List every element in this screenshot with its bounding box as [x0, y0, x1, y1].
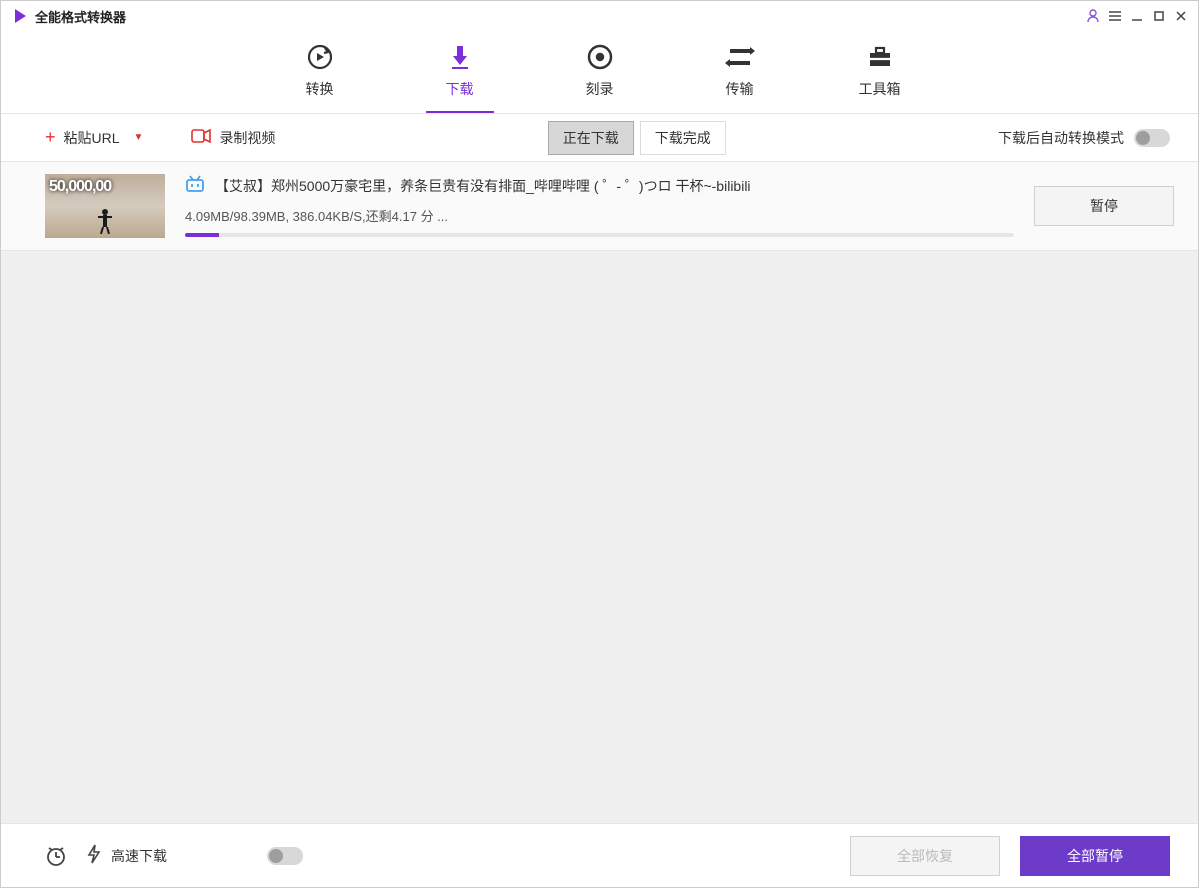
- download-title: 【艾叔】郑州5000万豪宅里，养条巨贵有没有排面_哔哩哔哩 ( ゜- ゜)つロ …: [215, 176, 751, 196]
- download-row-main: 【艾叔】郑州5000万豪宅里，养条巨贵有没有排面_哔哩哔哩 ( ゜- ゜)つロ …: [185, 175, 1014, 237]
- schedule-icon[interactable]: [45, 845, 67, 867]
- fast-download-label: 高速下载: [111, 846, 167, 866]
- fast-download-toggle[interactable]: [267, 847, 303, 865]
- lightning-icon: [87, 844, 101, 867]
- navtab-label: 转换: [306, 81, 334, 97]
- subtab-downloading[interactable]: 正在下载: [548, 121, 634, 155]
- footer: 高速下载 全部恢复 全部暂停: [1, 823, 1198, 887]
- download-title-line: 【艾叔】郑州5000万豪宅里，养条巨贵有没有排面_哔哩哔哩 ( ゜- ゜)つロ …: [185, 175, 1014, 196]
- toolbox-icon: [850, 41, 910, 73]
- progress-bar: [185, 233, 1014, 237]
- app-icon: [13, 8, 27, 24]
- pause-button[interactable]: 暂停: [1034, 186, 1174, 226]
- convert-icon: [290, 41, 350, 73]
- paste-url-button[interactable]: + 粘贴URL ▼: [45, 127, 143, 148]
- navtabs: 转换 下载 刻录: [1, 31, 1198, 114]
- resume-all-button[interactable]: 全部恢复: [850, 836, 1000, 876]
- navtab-label: 传输: [726, 81, 754, 97]
- close-button[interactable]: [1170, 5, 1192, 27]
- auto-convert-toggle[interactable]: [1134, 129, 1170, 147]
- download-row: 50,000,00: [1, 162, 1198, 251]
- progress-bar-fill: [185, 233, 219, 237]
- toolbar: + 粘贴URL ▼ 录制视频 正在下载 下载完成 下载后自动转换模式: [1, 114, 1198, 162]
- download-subtabs: 正在下载 下载完成: [548, 121, 726, 155]
- titlebar: 全能格式转换器: [1, 1, 1198, 31]
- subtab-completed[interactable]: 下载完成: [640, 121, 726, 155]
- download-list: 50,000,00: [1, 162, 1198, 823]
- navtab-label: 工具箱: [859, 81, 901, 97]
- navtab-label: 刻录: [586, 81, 614, 97]
- video-thumbnail[interactable]: 50,000,00: [45, 174, 165, 238]
- paste-url-label: 粘贴URL: [64, 128, 120, 148]
- camera-icon: [191, 129, 211, 146]
- auto-convert-label: 下载后自动转换模式: [998, 128, 1124, 148]
- tab-burn[interactable]: 刻录: [570, 41, 630, 113]
- auto-convert-toggle-group: 下载后自动转换模式: [998, 128, 1170, 148]
- record-video-button[interactable]: 录制视频: [191, 128, 275, 148]
- fast-download-group: 高速下载: [87, 844, 303, 867]
- menu-icon[interactable]: [1104, 5, 1126, 27]
- tab-convert[interactable]: 转换: [290, 41, 350, 113]
- tab-toolbox[interactable]: 工具箱: [850, 41, 910, 113]
- thumb-overlay-text: 50,000,00: [49, 178, 111, 196]
- pause-all-button[interactable]: 全部暂停: [1020, 836, 1170, 876]
- plus-icon: +: [45, 127, 56, 148]
- navtab-label: 下载: [446, 81, 474, 97]
- maximize-button[interactable]: [1148, 5, 1170, 27]
- chevron-down-icon: ▼: [134, 132, 144, 143]
- bilibili-icon: [185, 175, 205, 196]
- profile-icon[interactable]: [1082, 5, 1104, 27]
- download-icon: [430, 41, 490, 73]
- minimize-button[interactable]: [1126, 5, 1148, 27]
- app-title: 全能格式转换器: [35, 7, 126, 26]
- tab-transfer[interactable]: 传输: [710, 41, 770, 113]
- transfer-icon: [710, 41, 770, 73]
- download-status: 4.09MB/98.39MB, 386.04KB/S,还剩4.17 分 ...: [185, 206, 1014, 225]
- tab-download[interactable]: 下载: [430, 41, 490, 113]
- burn-icon: [570, 41, 630, 73]
- record-label: 录制视频: [219, 128, 275, 148]
